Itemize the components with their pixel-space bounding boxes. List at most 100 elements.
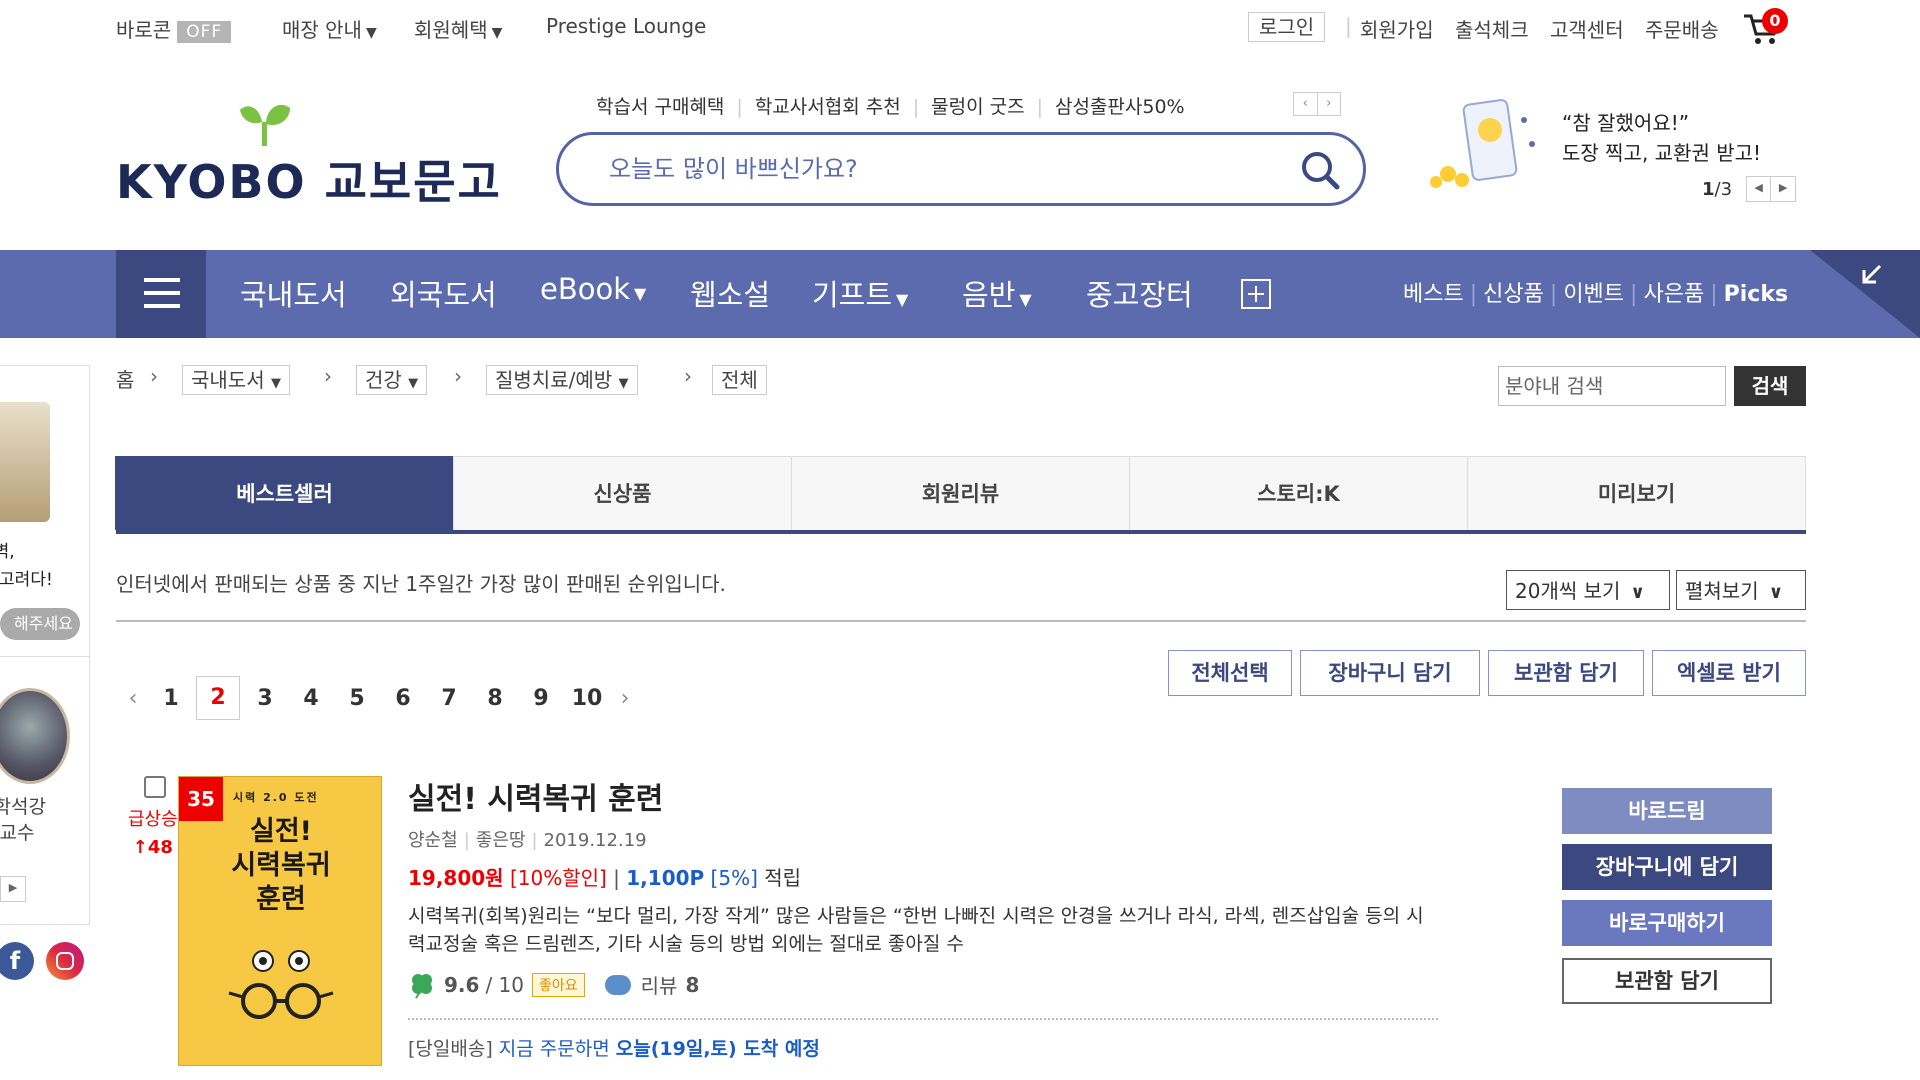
order-delivery-link[interactable]: 주문배송 [1645,14,1719,43]
plus-box-icon[interactable] [1240,278,1272,310]
search-icon[interactable] [1299,149,1341,191]
review-label[interactable]: 리뷰 [641,970,678,999]
product-title[interactable]: 실전! 시력복귀 훈련 [408,774,663,818]
side-text-line: 시벽, [0,542,15,562]
member-benefit-menu[interactable]: 회원혜택 ▼ [414,14,502,43]
side-text-line: 엔 고려다! [0,570,53,590]
add-to-wishlist-button[interactable]: 보관함 담기 [1488,650,1644,696]
chevron-left-icon[interactable]: ‹ [1294,93,1317,115]
promo-link[interactable]: 학습서 구매혜택 [596,96,724,118]
breadcrumb-level1[interactable]: 국내도서 ▼ [182,364,290,395]
nav-link-picks[interactable]: Picks [1724,282,1788,307]
main-search-input[interactable] [609,151,1249,187]
left-side-banner[interactable]: 시벽, 엔 고려다! 해주세요 문학석강 소 교수 ◀▶ [0,365,90,925]
select-all-button[interactable]: 전체선택 [1168,650,1292,696]
nav-item-domestic-books[interactable]: 국내도서 [240,272,347,314]
event-banner-illustration-icon[interactable] [1428,96,1544,192]
nav-link-gifts[interactable]: 사은품 [1643,282,1704,307]
signup-link[interactable]: 회원가입 [1360,14,1434,43]
page-link[interactable]: 7 [426,686,472,711]
page-link[interactable]: 6 [380,686,426,711]
prestige-lounge-link[interactable]: Prestige Lounge [546,14,706,38]
delivery-tag: [당일배송] [408,1038,493,1060]
add-to-cart-item-button[interactable]: 장바구니에 담기 [1562,844,1772,890]
view-mode-select[interactable]: 펼쳐보기 ∨ [1676,570,1806,610]
attendance-link[interactable]: 출석체크 [1455,14,1529,43]
breadcrumb-level4[interactable]: 전체 [712,364,767,395]
page-link[interactable]: 4 [288,686,334,711]
kyobo-logo-leaf-icon[interactable] [234,100,296,148]
product-author[interactable]: 양순철 [408,830,458,851]
breadcrumb-level2[interactable]: 건강 ▼ [356,364,428,395]
promo-link[interactable]: 삼성출판사50% [1055,96,1185,118]
nav-link-best[interactable]: 베스트 [1403,282,1464,307]
side-banner-image [0,402,50,522]
nav-item-music[interactable]: 음반 ▼ [962,272,1032,314]
baro-toggle[interactable]: 바로콘 OFF [116,14,232,43]
chevron-right-icon[interactable]: › [1316,93,1341,115]
store-info-menu[interactable]: 매장 안내 ▼ [282,14,377,43]
tab-story-k[interactable]: 스토리:K [1129,456,1468,530]
caret-right-icon[interactable]: ▶ [1771,177,1795,201]
nav-item-gift[interactable]: 기프트 ▼ [812,272,908,314]
chevron-left-icon[interactable]: ‹ [118,686,148,711]
nav-item-web-novel[interactable]: 웹소설 [690,272,770,314]
product-meta: 양순철 | 좋은땅 | 2019.12.19 [408,830,647,851]
page-link[interactable]: 9 [518,686,564,711]
tab-reviews[interactable]: 회원리뷰 [791,456,1130,530]
product-price: 19,800원 [10%할인] | 1,100P [5%] 적립 [408,866,802,890]
nav-item-used-market[interactable]: 중고장터 [1086,272,1193,314]
menu-button[interactable] [116,250,206,338]
chevron-down-icon: ▼ [365,25,377,41]
baro-off-badge[interactable]: OFF [177,21,232,43]
page-link[interactable]: 5 [334,686,380,711]
collapse-arrow-icon[interactable] [1860,262,1884,286]
page-link[interactable]: 10 [564,686,610,711]
reward-points: 1,100P [626,866,705,890]
kyobo-logo[interactable]: KYOBO 교보문고 [116,146,502,212]
chevron-down-icon: ▼ [1019,290,1032,309]
tab-new[interactable]: 신상품 [453,456,792,530]
breadcrumb-home[interactable]: 홈 [116,364,134,393]
customer-center-link[interactable]: 고객센터 [1550,14,1624,43]
buy-now-button[interactable]: 바로구매하기 [1562,900,1772,946]
page-link[interactable]: 3 [242,686,288,711]
nav-item-ebook[interactable]: eBook ▼ [540,272,646,306]
login-button[interactable]: 로그인 [1248,11,1326,42]
page-link[interactable]: 1 [148,686,194,711]
view-count-select[interactable]: 20개씩 보기 ∨ [1506,570,1670,610]
nav-item-label: 음반 [962,278,1016,312]
nav-item-foreign-books[interactable]: 외국도서 [390,272,497,314]
export-excel-button[interactable]: 엑셀로 받기 [1652,650,1806,696]
category-search-button[interactable]: 검색 [1734,366,1806,406]
nav-link-new[interactable]: 신상품 [1483,282,1544,307]
side-text-line: 소 교수 [0,822,35,844]
tab-preview[interactable]: 미리보기 [1467,456,1806,530]
event-banner-text[interactable]: “참 잘했어요!” 도장 찍고, 교환권 받고! [1562,108,1761,168]
promo-link[interactable]: 학교사서협회 추천 [755,96,901,118]
banner-page-current: 1 [1702,178,1715,200]
product-checkbox[interactable] [144,776,166,798]
side-banner-button[interactable]: 해주세요 [0,608,80,640]
instagram-icon[interactable] [46,942,84,980]
product-publisher[interactable]: 좋은땅 [476,830,526,851]
login-label: 로그인 [1248,12,1326,42]
category-search-input[interactable] [1498,366,1726,406]
caret-right-icon[interactable]: ▶ [1,877,25,901]
breadcrumb-level3[interactable]: 질병치료/예방 ▼ [486,364,638,395]
facebook-icon[interactable]: f [0,942,34,980]
caret-left-icon[interactable]: ◀ [1747,177,1772,201]
baro-dream-button[interactable]: 바로드림 [1562,788,1772,834]
nav-link-event[interactable]: 이벤트 [1563,282,1624,307]
tab-bestseller[interactable]: 베스트셀러 [115,456,454,530]
side-author-photo [0,688,70,784]
add-item-wishlist-button[interactable]: 보관함 담기 [1562,958,1772,1004]
review-count[interactable]: 8 [685,973,699,997]
page-link[interactable]: 8 [472,686,518,711]
divider [116,620,1806,622]
promo-link[interactable]: 물렁이 굿즈 [931,96,1024,118]
add-to-cart-button[interactable]: 장바구니 담기 [1300,650,1480,696]
page-link-current[interactable]: 2 [196,676,240,720]
chevron-right-icon[interactable]: › [610,686,640,711]
book-cover[interactable]: 35 시력 2.0 도전 실전! 시력복귀 훈련 [178,776,382,1066]
